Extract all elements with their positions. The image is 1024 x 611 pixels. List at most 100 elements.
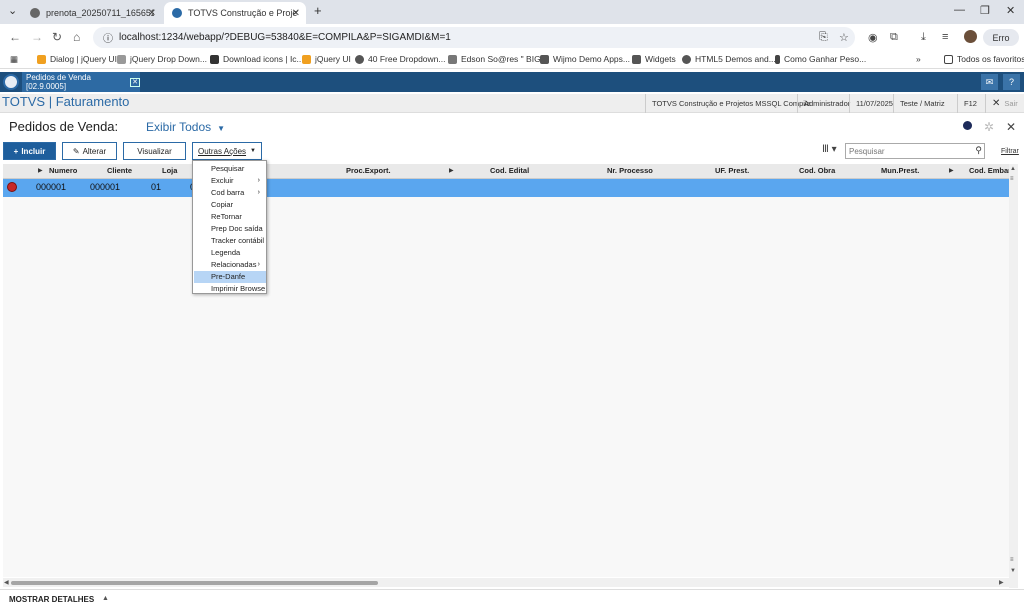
- scroll-top-icon[interactable]: ≡: [1010, 176, 1014, 182]
- address-bar[interactable]: ⓘ localhost:1234/webapp/?DEBUG=53840&E=C…: [93, 27, 855, 48]
- include-button[interactable]: + Incluir: [3, 142, 56, 160]
- extensions-icon[interactable]: ⧉: [890, 31, 898, 44]
- window-tab[interactable]: Pedidos de Venda [02.9.0005] ✕: [22, 72, 140, 92]
- profile-button[interactable]: Erro: [983, 29, 1019, 46]
- close-browse-icon[interactable]: ✕: [1006, 120, 1016, 134]
- column-header[interactable]: UF. Prest.: [715, 166, 749, 175]
- sort-arrow-icon[interactable]: ▶: [38, 167, 43, 174]
- bookmarks-overflow-button[interactable]: »: [916, 54, 921, 64]
- close-icon[interactable]: ✕: [130, 77, 140, 87]
- view-button[interactable]: Visualizar: [123, 142, 186, 160]
- mail-icon[interactable]: ✉: [981, 74, 998, 90]
- close-icon[interactable]: ✕: [292, 8, 300, 19]
- new-tab-button[interactable]: +: [314, 3, 322, 18]
- show-details-button[interactable]: MOSTRAR DETALHES: [9, 595, 94, 604]
- bookmark-item[interactable]: HTML5 Demos and...: [682, 54, 776, 64]
- column-header[interactable]: Proc.Export.: [346, 166, 391, 175]
- bookmark-item[interactable]: Como Ganhar Peso...: [775, 54, 866, 64]
- install-app-icon[interactable]: ⎘: [819, 31, 828, 44]
- sort-arrow-icon[interactable]: ▶: [449, 167, 454, 174]
- view-filter-dropdown[interactable]: Exibir Todos ▼: [146, 120, 225, 134]
- forward-icon[interactable]: →: [31, 30, 43, 44]
- column-header[interactable]: Mun.Prest.: [881, 166, 919, 175]
- minimize-icon[interactable]: —: [954, 4, 965, 16]
- status-legend-icon[interactable]: [7, 182, 17, 192]
- gear-icon[interactable]: ✲: [984, 120, 994, 134]
- columns-config-icon[interactable]: Ⅲ ▾: [822, 144, 837, 155]
- close-icon[interactable]: ✕: [148, 8, 156, 19]
- column-header[interactable]: Nr. Processo: [607, 166, 653, 175]
- app-title-bar: TOTVS | Faturamento TOTVS Construção e P…: [0, 94, 1024, 113]
- scroll-thumb[interactable]: [11, 581, 378, 585]
- reload-icon[interactable]: ↻: [52, 30, 62, 44]
- bookmark-item[interactable]: Widgets: [632, 54, 676, 64]
- scroll-down-icon[interactable]: ▼: [1010, 568, 1016, 574]
- bookmark-item[interactable]: jQuery UI: [302, 54, 351, 64]
- menu-item-relacionadas[interactable]: Relacionadas ›: [194, 259, 266, 271]
- restore-icon[interactable]: ❐: [980, 4, 990, 17]
- menu-item-pesquisar[interactable]: Pesquisar: [194, 163, 266, 175]
- edit-button[interactable]: ✎ Alterar: [62, 142, 117, 160]
- menu-item-imprimir-browse[interactable]: Imprimir Browse: [194, 283, 266, 295]
- browser-tab-totvs[interactable]: TOTVS Construção e Projetos (I ✕: [164, 2, 306, 24]
- search-input[interactable]: Pesquisar ⚲: [845, 143, 985, 159]
- chevron-up-icon[interactable]: ▲: [102, 595, 109, 602]
- menu-item-pre-danfe[interactable]: Pre-Danfe: [194, 271, 266, 283]
- menu-item-excluir[interactable]: Excluir ›: [194, 175, 266, 187]
- search-icon[interactable]: ⚲: [975, 145, 982, 156]
- bookmark-item[interactable]: Wijmo Demo Apps...: [540, 54, 630, 64]
- column-header[interactable]: Cod. Embar: [969, 166, 1011, 175]
- column-header[interactable]: Cliente: [107, 166, 132, 175]
- help-key[interactable]: F12: [957, 94, 983, 113]
- table-row[interactable]: 000001 000001 01 0: [3, 179, 1009, 197]
- all-bookmarks-folder[interactable]: Todos os favoritos: [944, 54, 1024, 64]
- media-icon[interactable]: ≡: [942, 31, 948, 43]
- status-date: 11/07/2025: [849, 94, 899, 113]
- bookmark-label: Dialog | jQuery UI: [50, 54, 117, 64]
- tab-search-icon[interactable]: ⌄: [8, 4, 17, 17]
- column-header[interactable]: Cod. Edital: [490, 166, 529, 175]
- bookmark-item[interactable]: Edson So@res " BIG...: [448, 54, 548, 64]
- downloads-icon[interactable]: ⤓: [921, 31, 926, 44]
- menu-item-copiar[interactable]: Copiar: [194, 199, 266, 211]
- filter-link[interactable]: Filtrar: [1001, 148, 1019, 155]
- bookmark-item[interactable]: 40 Free Dropdown...: [355, 54, 445, 64]
- column-header[interactable]: Numero: [49, 166, 77, 175]
- menu-item-label: Legenda: [211, 248, 241, 257]
- help-icon[interactable]: ?: [1003, 74, 1020, 90]
- apps-icon[interactable]: ▦: [10, 54, 18, 65]
- bookmark-star-icon[interactable]: ☆: [839, 31, 849, 44]
- scroll-left-icon[interactable]: ◀: [4, 579, 9, 586]
- bookmark-item[interactable]: jQuery Drop Down...: [117, 54, 207, 64]
- status-dot-icon[interactable]: [963, 121, 972, 130]
- totvs-logo-icon[interactable]: [3, 74, 19, 90]
- chevron-right-icon: ›: [257, 261, 260, 268]
- column-header[interactable]: Loja: [162, 166, 177, 175]
- plus-icon: +: [13, 146, 19, 156]
- bookmark-item[interactable]: Download icons | Ic...: [210, 54, 304, 64]
- bookmark-label: HTML5 Demos and...: [695, 54, 776, 64]
- avatar[interactable]: [964, 30, 977, 43]
- home-icon[interactable]: ⌂: [73, 30, 80, 44]
- camera-icon[interactable]: ◉: [868, 31, 878, 44]
- exit-button[interactable]: ✕ Sair: [985, 94, 1024, 113]
- vertical-scrollbar[interactable]: ▲ ≡ ≡ ▼: [1009, 164, 1018, 588]
- column-header[interactable]: Cod. Obra: [799, 166, 835, 175]
- menu-item-legenda[interactable]: Legenda: [194, 247, 266, 259]
- menu-item-prep-doc-saida[interactable]: Prep Doc saída: [194, 223, 266, 235]
- more-actions-button[interactable]: Outras Ações ▼: [192, 142, 262, 160]
- scroll-up-icon[interactable]: ▲: [1010, 166, 1016, 172]
- chevron-down-icon: ▼: [217, 124, 226, 133]
- browser-tab-pdf[interactable]: prenota_20250711_165652.pdf ✕: [22, 2, 162, 24]
- scroll-bottom-icon[interactable]: ≡: [1010, 557, 1014, 563]
- back-icon[interactable]: ←: [9, 30, 21, 44]
- horizontal-scrollbar[interactable]: ◀ ▶: [3, 578, 1009, 587]
- menu-item-tracker-contabil[interactable]: Tracker contábil: [194, 235, 266, 247]
- site-info-icon[interactable]: ⓘ: [103, 30, 113, 45]
- bookmark-item[interactable]: Dialog | jQuery UI: [37, 54, 117, 64]
- window-close-icon[interactable]: ✕: [1006, 4, 1015, 17]
- scroll-right-icon[interactable]: ▶: [999, 579, 1004, 586]
- sort-arrow-icon[interactable]: ▶: [949, 167, 954, 174]
- menu-item-cod-barra[interactable]: Cod barra ›: [194, 187, 266, 199]
- menu-item-retornar[interactable]: ReTornar: [194, 211, 266, 223]
